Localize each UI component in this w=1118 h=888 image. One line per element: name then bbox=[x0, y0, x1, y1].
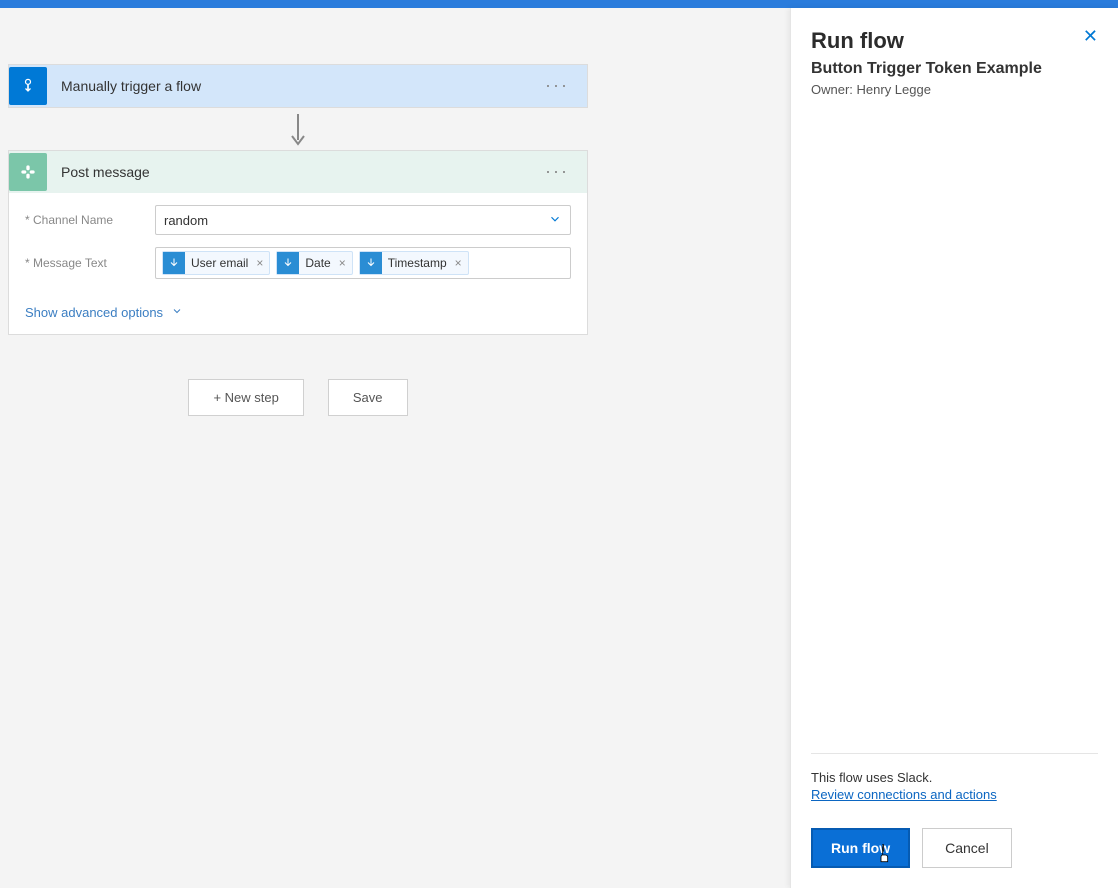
run-flow-label: Run flow bbox=[831, 840, 890, 856]
close-icon[interactable]: ✕ bbox=[1083, 26, 1098, 47]
show-advanced-options[interactable]: Show advanced options bbox=[9, 301, 587, 334]
channel-name-value: random bbox=[164, 213, 548, 228]
message-text-input[interactable]: User email × Date × bbox=[155, 247, 571, 279]
token-label: Timestamp bbox=[388, 256, 447, 270]
trigger-card-header[interactable]: Manually trigger a flow ··· bbox=[9, 65, 587, 107]
token-remove-icon[interactable]: × bbox=[455, 256, 462, 270]
action-card-header[interactable]: Post message ··· bbox=[9, 151, 587, 193]
channel-name-label: * Channel Name bbox=[25, 213, 155, 227]
token-remove-icon[interactable]: × bbox=[256, 256, 263, 270]
run-flow-button[interactable]: Run flow bbox=[811, 828, 910, 868]
token-icon bbox=[360, 252, 382, 274]
show-advanced-label: Show advanced options bbox=[25, 305, 163, 320]
chevron-down-icon bbox=[548, 212, 562, 229]
message-text-label: * Message Text bbox=[25, 256, 155, 270]
action-title: Post message bbox=[61, 164, 537, 180]
chevron-down-icon bbox=[171, 305, 183, 320]
token-label: User email bbox=[191, 256, 248, 270]
token-remove-icon[interactable]: × bbox=[339, 256, 346, 270]
save-button[interactable]: Save bbox=[328, 379, 408, 416]
panel-title: Run flow bbox=[811, 28, 1098, 54]
review-connections-link[interactable]: Review connections and actions bbox=[811, 787, 1098, 802]
cancel-button[interactable]: Cancel bbox=[922, 828, 1012, 868]
token-label: Date bbox=[305, 256, 330, 270]
run-flow-panel: ✕ Run flow Button Trigger Token Example … bbox=[790, 8, 1118, 888]
divider bbox=[811, 753, 1098, 754]
slack-icon bbox=[9, 153, 47, 191]
token-icon bbox=[277, 252, 299, 274]
touch-icon bbox=[9, 67, 47, 105]
top-bar bbox=[0, 0, 1118, 8]
token-timestamp[interactable]: Timestamp × bbox=[359, 251, 469, 275]
more-icon[interactable]: ··· bbox=[537, 161, 577, 182]
token-icon bbox=[163, 252, 185, 274]
trigger-card: Manually trigger a flow ··· bbox=[8, 64, 588, 108]
flow-canvas: Manually trigger a flow ··· bbox=[0, 8, 790, 888]
token-date[interactable]: Date × bbox=[276, 251, 352, 275]
more-icon[interactable]: ··· bbox=[537, 75, 577, 96]
channel-name-select[interactable]: random bbox=[155, 205, 571, 235]
connector-arrow bbox=[8, 108, 588, 150]
panel-owner: Owner: Henry Legge bbox=[811, 82, 1098, 97]
action-card: Post message ··· * Channel Name random *… bbox=[8, 150, 588, 335]
panel-subtitle: Button Trigger Token Example bbox=[811, 60, 1098, 78]
panel-uses-text: This flow uses Slack. bbox=[811, 770, 1098, 785]
trigger-title: Manually trigger a flow bbox=[61, 78, 537, 94]
new-step-button[interactable]: + New step bbox=[188, 379, 303, 416]
token-user-email[interactable]: User email × bbox=[162, 251, 270, 275]
